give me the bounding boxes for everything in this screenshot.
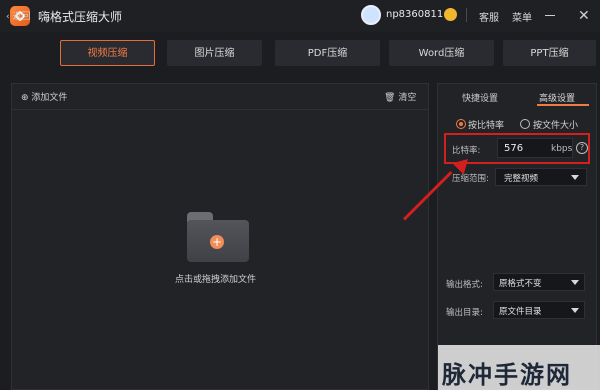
output-dir-value: 原文件目录: [499, 307, 542, 317]
bitrate-unit: kbps: [551, 144, 573, 154]
username[interactable]: np8360811: [386, 9, 443, 20]
range-value: 完整视频: [504, 174, 539, 184]
trash-icon: 🗑: [384, 93, 396, 103]
help-icon[interactable]: ?: [576, 142, 588, 154]
menu-button[interactable]: 菜单: [512, 9, 532, 24]
watermark-text: 脉冲手游网: [442, 361, 572, 389]
output-dir-label: 输出目录:: [446, 308, 483, 318]
back-label: 返回: [12, 12, 31, 22]
customer-service-button[interactable]: 客服: [479, 9, 499, 24]
by-file-size-label: 按文件大小: [533, 121, 579, 131]
app-title: 嗨格式压缩大师: [38, 10, 123, 24]
clear-button[interactable]: 🗑 清空: [384, 90, 416, 103]
minimize-icon[interactable]: [545, 15, 555, 16]
close-icon[interactable]: ✕: [578, 8, 590, 24]
bitrate-label: 比特率:: [452, 146, 481, 156]
bitrate-value: 576: [504, 143, 524, 154]
header-divider: [466, 8, 467, 22]
drop-hint: 点击或拖拽添加文件: [175, 275, 257, 285]
chevron-down-icon: [571, 175, 579, 180]
tab-video-compress[interactable]: 视频压缩: [60, 40, 155, 66]
file-toolbar: [11, 83, 429, 110]
radio-by-bitrate[interactable]: [456, 119, 466, 129]
add-circle-icon: ⊕: [21, 93, 29, 103]
chevron-down-icon: [571, 308, 579, 313]
tab-word-compress[interactable]: Word压缩: [389, 40, 494, 66]
radio-by-file-size[interactable]: [520, 119, 530, 129]
add-file-label: 添加文件: [31, 93, 68, 103]
user-avatar[interactable]: [361, 5, 381, 25]
output-format-value: 原格式不变: [499, 279, 542, 289]
chevron-left-icon: ‹: [6, 12, 10, 22]
tab-quick-settings[interactable]: 快捷设置: [462, 91, 498, 104]
active-tab-underline: [537, 104, 589, 106]
output-format-label: 输出格式:: [446, 280, 483, 290]
range-label: 压缩范围:: [452, 174, 489, 184]
clear-label: 清空: [398, 93, 417, 103]
tab-ppt-compress[interactable]: PPT压缩: [503, 40, 596, 66]
by-bitrate-label: 按比特率: [468, 121, 505, 131]
tab-advanced-settings[interactable]: 高级设置: [539, 91, 575, 104]
plus-icon: +: [210, 235, 224, 249]
back-button[interactable]: ‹ 返回: [6, 9, 31, 22]
tab-image-compress[interactable]: 图片压缩: [167, 40, 262, 66]
folder-add-icon[interactable]: +: [187, 212, 249, 262]
coin-icon: [444, 8, 457, 21]
add-file-button[interactable]: ⊕ 添加文件: [21, 90, 67, 103]
chevron-down-icon: [571, 280, 579, 285]
tab-pdf-compress[interactable]: PDF压缩: [275, 40, 380, 66]
